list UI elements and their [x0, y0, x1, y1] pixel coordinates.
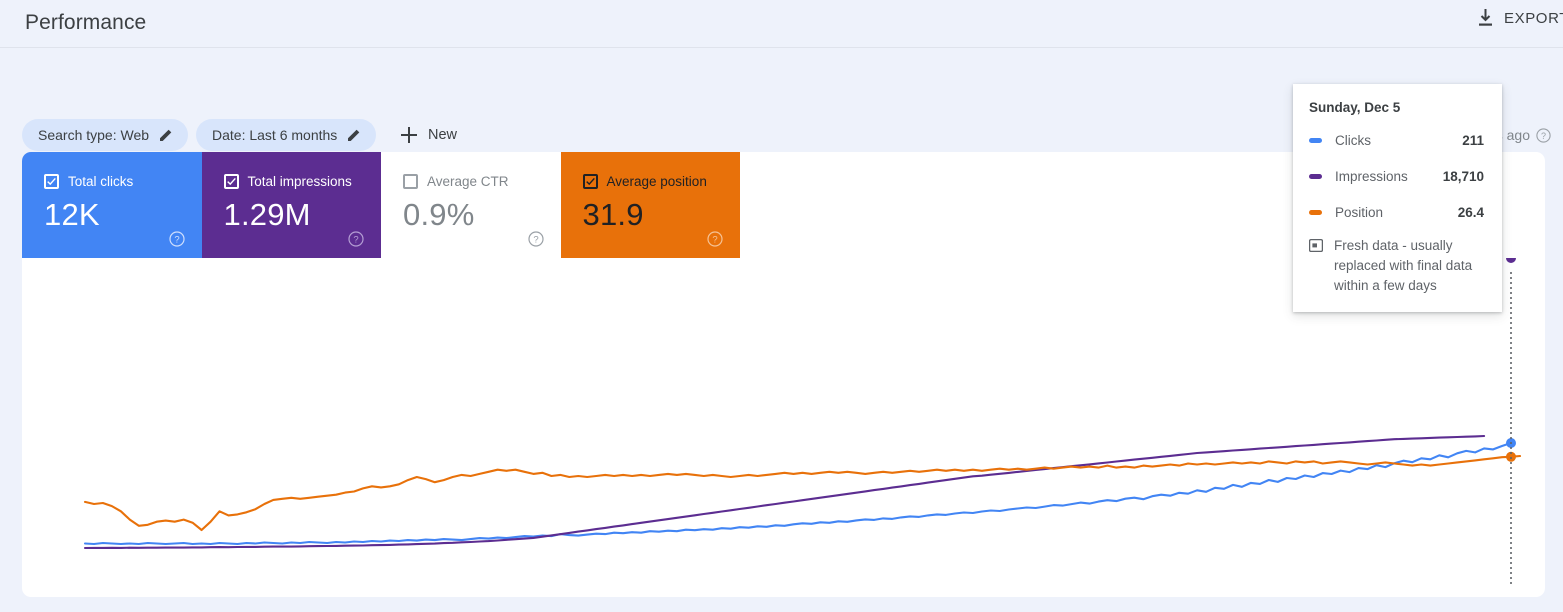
metric-card-total-impressions[interactable]: Total impressions 1.29M ? — [201, 152, 382, 258]
metric-card-header: Total clicks — [44, 174, 202, 189]
tooltip-title: Sunday, Dec 5 — [1309, 100, 1401, 115]
svg-text:?: ? — [712, 235, 717, 246]
help-circle-icon[interactable]: ? — [168, 231, 185, 247]
metric-card-label: Total clicks — [68, 174, 134, 189]
check-icon — [226, 177, 236, 186]
tooltip-series-name: Clicks — [1335, 132, 1371, 148]
filter-chip-label: Search type: Web — [38, 127, 150, 143]
metric-card-value: 0.9% — [403, 197, 475, 232]
add-filter-button[interactable]: New — [392, 119, 466, 151]
filter-chip-search-type[interactable]: Search type: Web — [22, 119, 189, 151]
check-icon — [585, 177, 595, 186]
help-circle-icon[interactable]: ? — [527, 231, 544, 247]
metric-checkbox[interactable] — [223, 174, 239, 189]
svg-text:?: ? — [174, 235, 179, 246]
metric-card-average-position[interactable]: Average position 31.9 ? — [560, 152, 741, 258]
series-line-position — [83, 454, 1522, 532]
tooltip-series-name: Position — [1335, 204, 1384, 220]
download-icon — [1477, 9, 1494, 27]
tooltip-series-value: 18,710 — [1442, 168, 1484, 184]
tooltip-series-name: Impressions — [1335, 168, 1408, 184]
pencil-icon — [347, 128, 361, 142]
metric-card-header: Average CTR — [403, 174, 561, 189]
export-label: EXPORT — [1503, 9, 1563, 27]
page-title: Performance — [25, 11, 147, 34]
series-swatch-impressions — [1309, 173, 1322, 179]
help-circle-icon[interactable]: ? — [707, 231, 723, 247]
series-swatch-clicks — [1309, 137, 1322, 143]
metric-checkbox[interactable] — [403, 174, 418, 189]
metric-card-label: Total impressions — [247, 174, 352, 189]
calendar-icon — [1308, 238, 1324, 253]
metric-card-value: 31.9 — [582, 197, 644, 232]
help-circle-icon[interactable]: ? — [1536, 127, 1551, 143]
svg-text:?: ? — [1541, 130, 1546, 140]
page-header: Performance EXPORT — [0, 0, 1563, 48]
series-line-impressions — [83, 434, 1486, 550]
svg-text:?: ? — [353, 235, 358, 246]
series-swatch-position — [1309, 209, 1322, 215]
metric-card-average-ctr[interactable]: Average CTR 0.9% ? — [381, 152, 561, 258]
metric-card-label: Average CTR — [427, 174, 509, 189]
filter-chip-date[interactable]: Date: Last 6 months — [196, 119, 377, 151]
metric-checkbox[interactable] — [44, 174, 59, 189]
add-filter-label: New — [428, 127, 458, 143]
svg-text:?: ? — [533, 235, 538, 246]
series-line-clicks — [83, 441, 1513, 546]
export-button[interactable]: EXPORT — [1477, 9, 1563, 27]
metric-card-row: Total clicks 12K ? Total impressions 1.2… — [22, 152, 740, 258]
metric-card-value: 1.29M — [223, 197, 311, 232]
performance-page: Performance EXPORT Search type: Web Date… — [0, 0, 1563, 612]
tooltip-series-value: 26.4 — [1457, 204, 1484, 220]
tooltip-note: Fresh data - usually replaced with final… — [1308, 236, 1484, 296]
metric-card-value: 12K — [44, 197, 100, 232]
metric-card-header: Total impressions — [223, 174, 382, 189]
tooltip-row-impressions: Impressions 18,710 — [1309, 164, 1484, 188]
check-icon — [47, 177, 56, 186]
metric-card-header: Average position — [582, 174, 741, 189]
plus-icon — [401, 127, 417, 143]
tooltip-note-text: Fresh data - usually replaced with final… — [1334, 238, 1473, 293]
pencil-icon — [159, 128, 173, 142]
metric-card-total-clicks[interactable]: Total clicks 12K ? — [22, 152, 202, 258]
metric-checkbox[interactable] — [582, 174, 598, 189]
tooltip-row-clicks: Clicks 211 — [1309, 128, 1484, 152]
tooltip-series-value: 211 — [1462, 132, 1484, 148]
series-endpoint-impressions — [1506, 258, 1516, 263]
help-circle-icon[interactable]: ? — [348, 231, 364, 247]
chart-tooltip: Sunday, Dec 5 Clicks 211 Impressions 18,… — [1293, 84, 1502, 312]
tooltip-row-position: Position 26.4 — [1309, 200, 1484, 224]
metric-card-label: Average position — [606, 174, 707, 189]
filter-chip-label: Date: Last 6 months — [212, 127, 338, 143]
